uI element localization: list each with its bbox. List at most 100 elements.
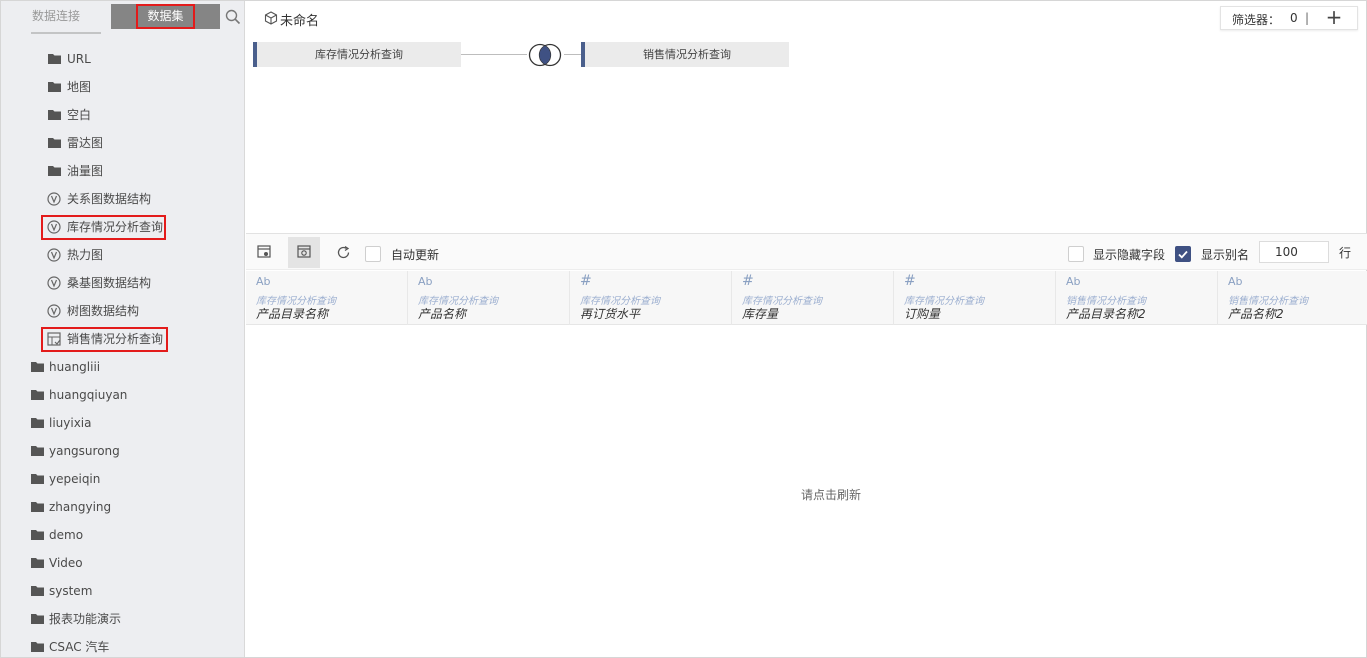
cube-icon [264, 11, 278, 25]
dataset-tree: URL 地图 空白 雷达图 油量图 关系图数据结构 库存情况分析查询 热力图 桑… [1, 45, 244, 657]
tab-dataset[interactable]: 数据集 [111, 4, 220, 29]
tree-folder-liuyixia[interactable]: liuyixia [1, 409, 244, 437]
folder-icon [48, 110, 61, 120]
tree-folder-csac[interactable]: CSAC 汽车 [1, 633, 244, 657]
tree-item-relation-data[interactable]: 关系图数据结构 [1, 185, 244, 213]
tree-folder-system[interactable]: system [1, 577, 244, 605]
join-line-right [564, 54, 582, 55]
tree-item-label: 热力图 [67, 248, 104, 262]
tree-item-inventory-query[interactable]: 库存情况分析查询 [1, 213, 244, 241]
folder-icon [31, 390, 44, 400]
column-header[interactable]: Ab 库存情况分析查询 产品目录名称 [246, 271, 408, 325]
preview-column-headers: Ab 库存情况分析查询 产品目录名称 Ab 库存情况分析查询 产品名称 # 库存… [246, 271, 1367, 325]
folder-icon [31, 502, 44, 512]
tree-folder-demo[interactable]: demo [1, 521, 244, 549]
column-name: 产品名称 [418, 307, 467, 321]
inner-join-icon[interactable] [526, 43, 564, 67]
row-count-input[interactable] [1259, 241, 1329, 263]
tree-folder-zhangying[interactable]: zhangying [1, 493, 244, 521]
auto-update-checkbox[interactable] [365, 246, 381, 262]
join-left-table[interactable]: 库存情况分析查询 [253, 42, 461, 67]
folder-icon [31, 362, 44, 372]
checkmark-icon [1178, 250, 1188, 259]
show-alias-checkbox[interactable] [1175, 246, 1191, 262]
tree-item-label: 桑基图数据结构 [67, 276, 152, 290]
join-line-left [461, 54, 527, 55]
dataset-title[interactable]: 未命名 [280, 10, 319, 29]
self-service-dataset-icon [47, 332, 61, 346]
sidebar: 数据连接 数据集 URL 地图 空白 雷达图 油量图 关系图数据结构 库存情况分… [1, 1, 245, 657]
join-right-table[interactable]: 销售情况分析查询 [581, 42, 789, 67]
column-header[interactable]: # 库存情况分析查询 再订货水平 [570, 271, 732, 325]
number-type-icon: # [742, 273, 754, 289]
folder-icon [31, 642, 44, 652]
tree-item-gauge[interactable]: 油量图 [1, 157, 244, 185]
sql-dataset-icon [47, 304, 61, 318]
tree-folder-label: 报表功能演示 [49, 612, 122, 626]
tree-item-label: 销售情况分析查询 [67, 332, 164, 346]
show-hidden-fields-checkbox[interactable] [1068, 246, 1084, 262]
folder-icon [48, 54, 61, 64]
tree-item-map[interactable]: 地图 [1, 73, 244, 101]
folder-icon [31, 530, 44, 540]
tree-item-label: 油量图 [67, 164, 104, 178]
tree-folder-label: yepeiqin [49, 472, 101, 486]
tree-folder-yangsurong[interactable]: yangsurong [1, 437, 244, 465]
tree-folder-label: CSAC 汽车 [49, 640, 110, 654]
field-settings-icon [257, 245, 271, 258]
filter-panel[interactable]: 筛选器： 0 | + [1220, 6, 1358, 30]
show-alias-label: 显示别名 [1201, 248, 1250, 262]
tree-folder-report-demo[interactable]: 报表功能演示 [1, 605, 244, 633]
tree-item-heatmap[interactable]: 热力图 [1, 241, 244, 269]
folder-icon [31, 418, 44, 428]
tab-data-connection[interactable]: 数据连接 [1, 4, 111, 29]
show-hidden-fields-label: 显示隐藏字段 [1093, 248, 1166, 262]
data-preview-button[interactable] [288, 237, 320, 268]
tree-folder-video[interactable]: Video [1, 549, 244, 577]
tree-folder-label: Video [49, 556, 83, 570]
add-filter-button[interactable]: + [1323, 6, 1345, 28]
tree-item-url[interactable]: URL [1, 45, 244, 73]
column-header[interactable]: Ab 销售情况分析查询 产品名称2 [1218, 271, 1367, 325]
tree-item-label: 地图 [67, 80, 92, 94]
field-settings-button[interactable] [248, 237, 280, 268]
column-header[interactable]: Ab 库存情况分析查询 产品名称 [408, 271, 570, 325]
tree-item-sales-query[interactable]: 销售情况分析查询 [1, 325, 244, 353]
app-window: 数据连接 数据集 URL 地图 空白 雷达图 油量图 关系图数据结构 库存情况分… [0, 0, 1367, 658]
number-type-icon: # [580, 273, 592, 289]
column-header[interactable]: # 库存情况分析查询 订购量 [894, 271, 1056, 325]
column-name: 产品目录名称 [256, 307, 329, 321]
row-count-unit: 行 [1339, 246, 1352, 260]
sql-dataset-icon [47, 248, 61, 262]
tree-folder-label: yangsurong [49, 444, 120, 458]
tree-item-tree-data[interactable]: 树图数据结构 [1, 297, 244, 325]
folder-icon [48, 82, 61, 92]
data-preview-icon [297, 245, 311, 258]
tree-folder-huangliii[interactable]: huangliii [1, 353, 244, 381]
tree-folder-label: demo [49, 528, 84, 542]
tree-folder-yepeiqin[interactable]: yepeiqin [1, 465, 244, 493]
editor-header: 未命名 筛选器： 0 | + [246, 1, 1367, 35]
click-to-refresh-message[interactable]: 请点击刷新 [746, 486, 916, 503]
tree-folder-huangqiuyan[interactable]: huangqiuyan [1, 381, 244, 409]
search-icon[interactable] [225, 9, 241, 25]
folder-icon [31, 474, 44, 484]
refresh-button[interactable] [327, 237, 359, 268]
tree-item-label: 空白 [67, 108, 92, 122]
folder-icon [48, 166, 61, 176]
column-name: 订购量 [904, 307, 941, 321]
tree-folder-label: zhangying [49, 500, 112, 514]
column-header[interactable]: Ab 销售情况分析查询 产品目录名称2 [1056, 271, 1218, 325]
tree-item-sankey-data[interactable]: 桑基图数据结构 [1, 269, 244, 297]
tree-scroll-cutoff [31, 32, 101, 34]
text-type-icon: Ab [418, 275, 433, 288]
column-header[interactable]: # 库存情况分析查询 库存量 [732, 271, 894, 325]
column-name: 再订货水平 [580, 307, 641, 321]
sidebar-tabs: 数据连接 数据集 [1, 1, 244, 32]
tree-item-radar[interactable]: 雷达图 [1, 129, 244, 157]
tree-item-label: 库存情况分析查询 [67, 220, 164, 234]
tree-item-blank[interactable]: 空白 [1, 101, 244, 129]
filter-separator: | [1305, 11, 1310, 25]
column-name: 库存量 [742, 307, 779, 321]
filter-count: 0 [1290, 11, 1298, 25]
